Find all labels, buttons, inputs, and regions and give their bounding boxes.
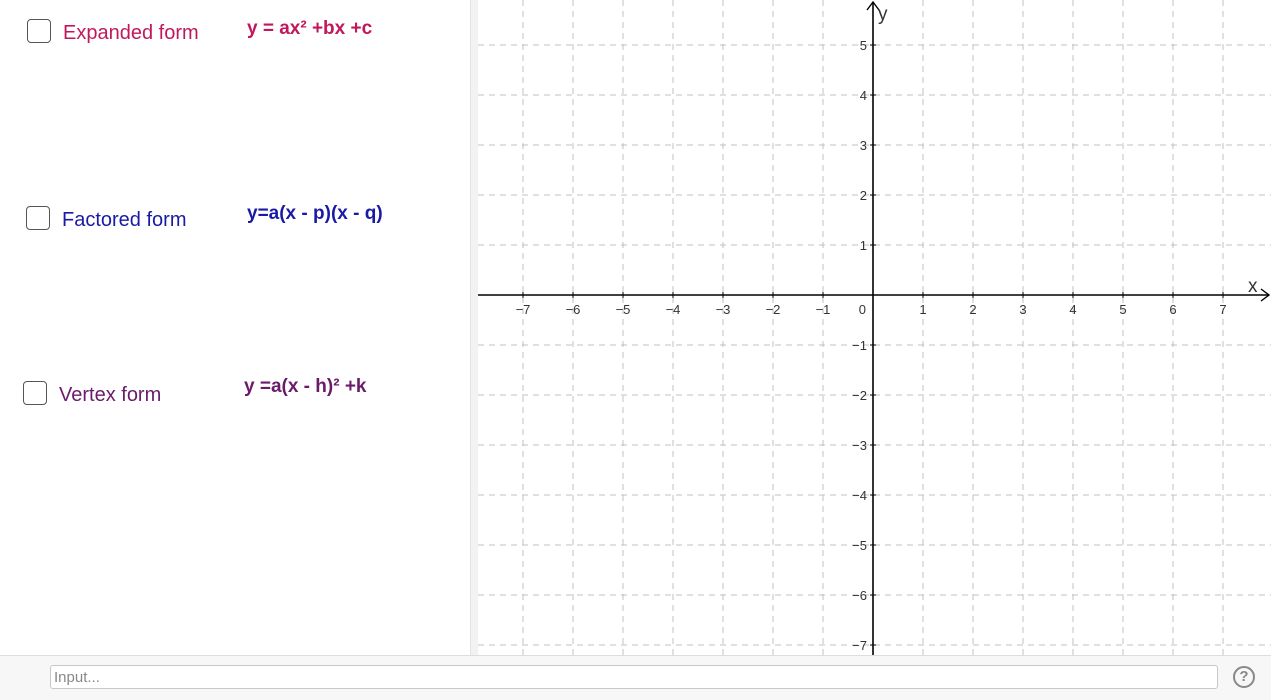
y-tick-label: −4	[852, 488, 867, 503]
factored-form-label[interactable]: Factored form	[62, 208, 186, 232]
expanded-form-checkbox[interactable]	[27, 19, 51, 43]
geogebra-app: Expanded form y = ax² +bx +c Factored fo…	[0, 0, 1271, 700]
y-tick-label: −2	[852, 388, 867, 403]
factored-form-checkbox[interactable]	[26, 206, 50, 230]
x-tick-label: 4	[1069, 302, 1076, 317]
option-row-factored: Factored form y=a(x - p)(x - q)	[0, 203, 470, 237]
x-tick-label: −3	[716, 302, 731, 317]
panel-divider[interactable]	[470, 0, 478, 655]
factored-form-formula: y=a(x - p)(x - q)	[247, 203, 383, 224]
y-tick-label: −5	[852, 538, 867, 553]
y-tick-label: 2	[860, 188, 867, 203]
x-tick-label: 3	[1019, 302, 1026, 317]
x-tick-label: −2	[766, 302, 781, 317]
y-tick-label: −3	[852, 438, 867, 453]
expanded-form-label[interactable]: Expanded form	[63, 21, 199, 45]
x-tick-label: 1	[919, 302, 926, 317]
x-axis-label: x	[1248, 276, 1258, 297]
graph-canvas[interactable]: −7 −6 −5 −4 −3 −2 −1 1 2 3 4 5 6 7 5 4 3 2 1 −1 −2 −3 −4 −5 −6 −7…	[478, 0, 1271, 655]
y-tick-label: −6	[852, 588, 867, 603]
option-row-expanded: Expanded form y = ax² +bx +c	[0, 18, 470, 50]
x-tick-label: −6	[566, 302, 581, 317]
help-icon[interactable]: ?	[1233, 666, 1255, 688]
axes	[478, 0, 1271, 655]
expanded-form-formula: y = ax² +bx +c	[247, 18, 373, 39]
y-tick-label: 1	[860, 238, 867, 253]
graphics-view[interactable]: −7 −6 −5 −4 −3 −2 −1 1 2 3 4 5 6 7 5 4 3 2 1 −1 −2 −3 −4 −5 −6 −7…	[478, 0, 1271, 655]
input-bar: ?	[0, 655, 1271, 700]
y-tick-label: −1	[852, 338, 867, 353]
x-tick-label: 5	[1119, 302, 1126, 317]
vertex-form-label[interactable]: Vertex form	[59, 383, 161, 407]
input-field[interactable]	[50, 665, 1218, 689]
y-tick-label: 5	[860, 38, 867, 53]
y-tick-label: 3	[860, 138, 867, 153]
vertex-form-checkbox[interactable]	[23, 381, 47, 405]
x-tick-label: −4	[666, 302, 681, 317]
grid-lines	[478, 0, 1271, 655]
y-tick-label: −7	[852, 638, 867, 653]
vertex-form-formula: y =a(x - h)² +k	[244, 376, 367, 397]
option-row-vertex: Vertex form y =a(x - h)² +k	[0, 376, 470, 412]
x-tick-label: −1	[816, 302, 831, 317]
x-tick-label: 7	[1219, 302, 1226, 317]
algebra-panel: Expanded form y = ax² +bx +c Factored fo…	[0, 0, 470, 655]
origin-label: 0	[859, 302, 866, 317]
x-tick-label: 6	[1169, 302, 1176, 317]
y-axis-label: y	[878, 4, 888, 25]
x-tick-label: 2	[969, 302, 976, 317]
x-tick-label: −7	[516, 302, 531, 317]
y-tick-label: 4	[860, 88, 867, 103]
x-tick-label: −5	[616, 302, 631, 317]
